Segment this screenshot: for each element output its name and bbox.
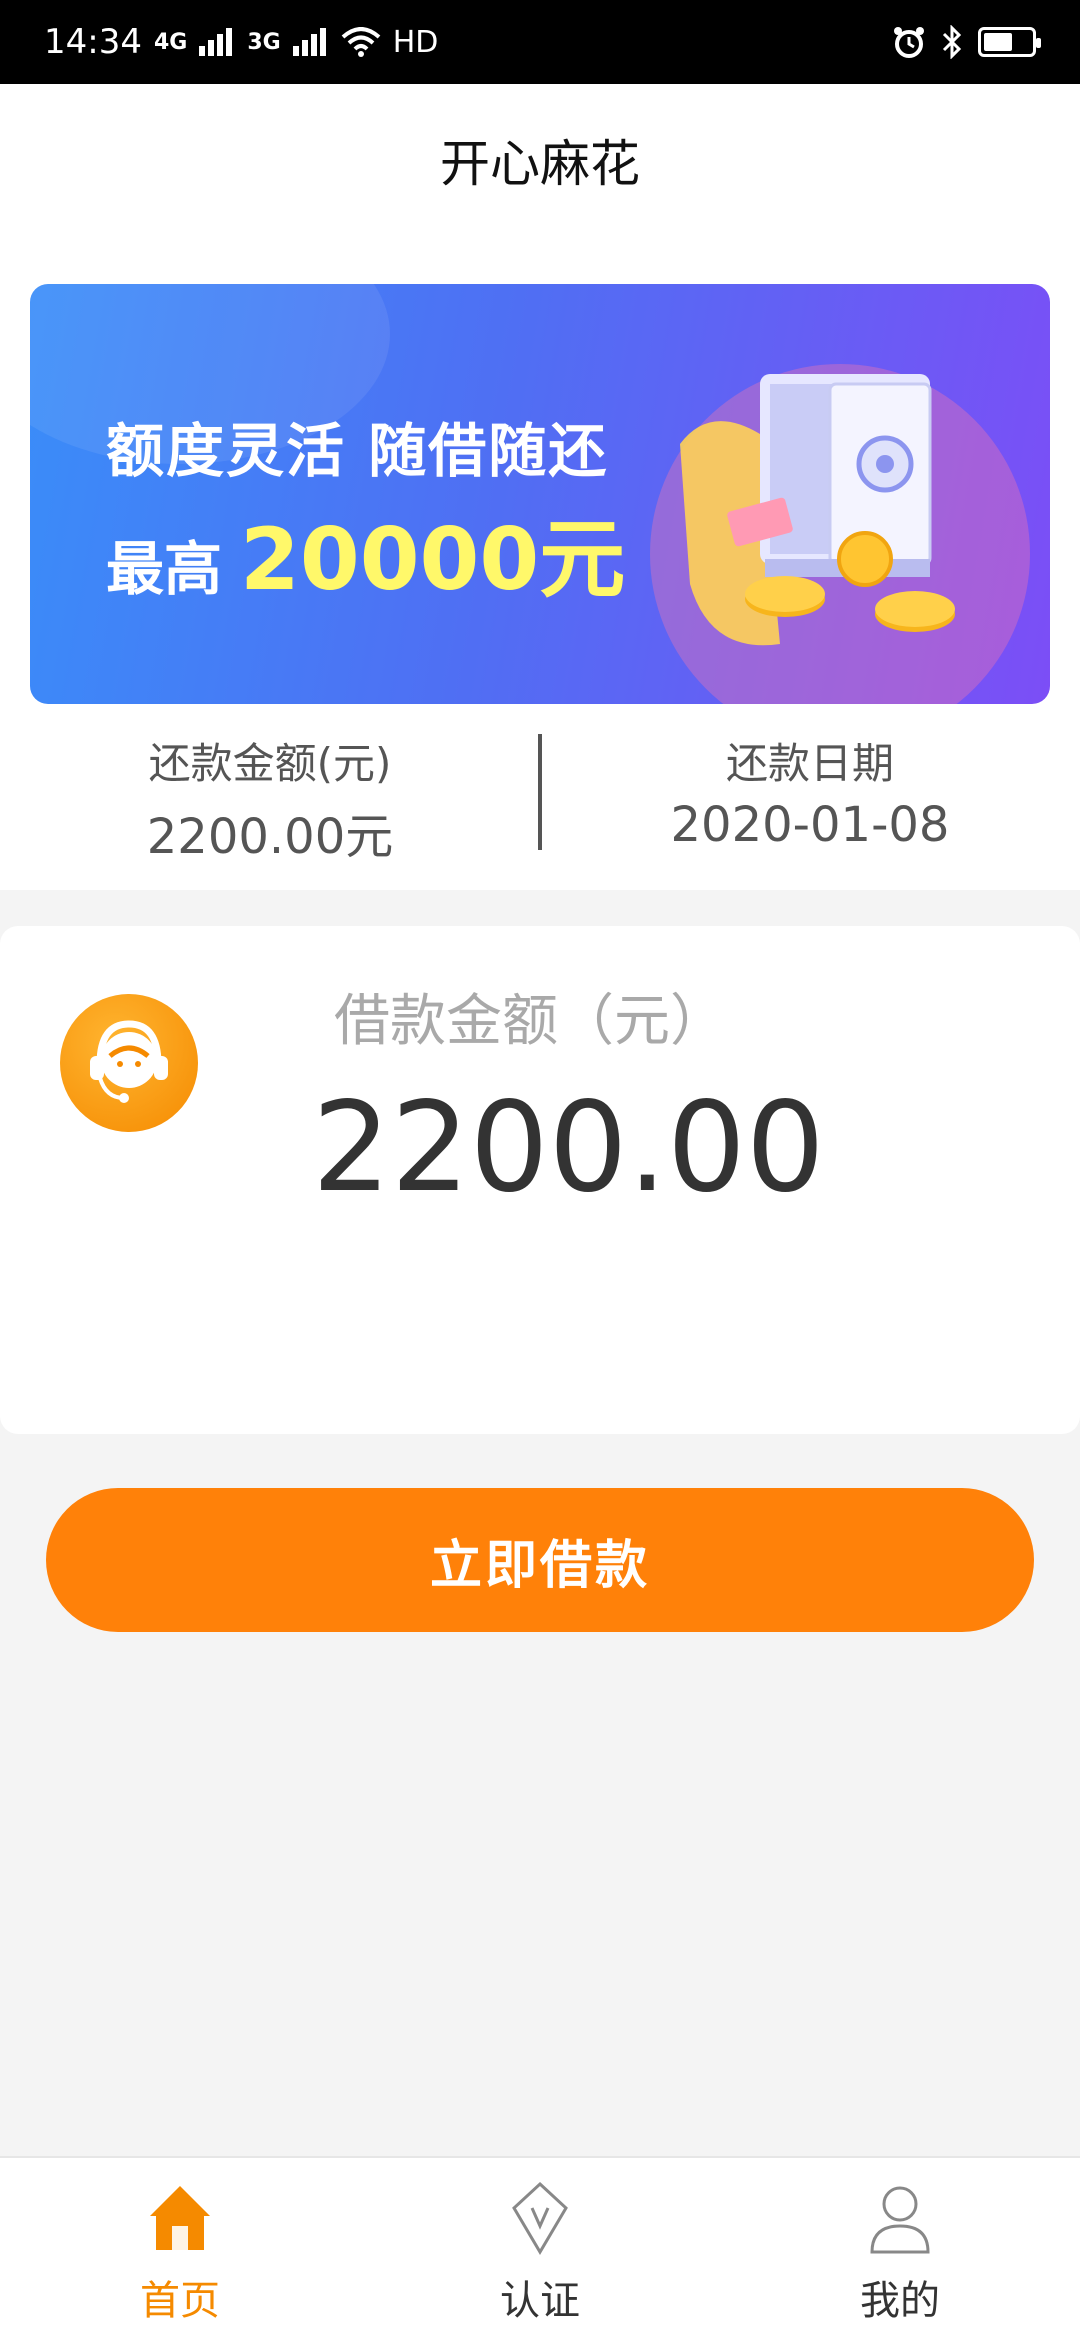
banner-amount: 20000元: [240, 510, 626, 610]
repay-amount-label: 还款金额(元): [148, 739, 392, 788]
battery-level: [984, 33, 1012, 51]
verify-icon: [512, 2181, 568, 2255]
alarm-icon: [894, 27, 924, 58]
banner-subline: 最高 20000元: [106, 489, 625, 614]
repayment-summary: 还款金额(元) 2200.00元 还款日期 2020-01-08: [0, 724, 1080, 884]
status-bar: 14:34 4G 3G HD: [0, 0, 1080, 84]
repay-date-value: 2020-01-08: [670, 797, 950, 853]
promo-banner[interactable]: 额度灵活 随借随还 最高 20000元: [30, 284, 1050, 704]
battery-icon: [978, 27, 1041, 57]
tab-home-label: 首页: [140, 2278, 220, 2324]
tab-home[interactable]: 首页: [0, 2158, 360, 2340]
status-right: [892, 0, 1041, 84]
safe-illustration-icon: [680, 374, 955, 646]
signal-icon: [199, 28, 233, 56]
bottom-tabbar: 首页 认证 我的: [0, 2156, 1080, 2340]
network-3g-label: 3G: [247, 29, 281, 55]
top-section: 开心麻花 额度灵活 随借随还 最高 20000元 还款金额(元) 2200.00元: [0, 84, 1080, 890]
loan-amount-card: 借款金额（元） 2200.00: [0, 926, 1080, 1434]
borrow-now-button[interactable]: 立即借款: [46, 1488, 1034, 1632]
repay-amount-value: 2200.00元: [146, 809, 394, 865]
loan-amount-value: 2200.00: [312, 1076, 825, 1220]
hd-label: HD: [392, 24, 439, 60]
tab-mine[interactable]: 我的: [720, 2158, 1080, 2340]
customer-service-icon[interactable]: [60, 994, 198, 1132]
status-time: 14:34: [44, 22, 142, 62]
status-left: 14:34 4G 3G HD: [44, 0, 438, 84]
loan-amount-label: 借款金额（元）: [334, 989, 726, 1054]
home-icon: [150, 2186, 210, 2250]
tab-mine-label: 我的: [860, 2278, 940, 2324]
headset-icon: [90, 1020, 168, 1103]
page-title: 开心麻花: [440, 135, 640, 193]
wifi-icon: [341, 27, 381, 57]
signal-icon-2: [292, 28, 326, 56]
repay-amount-block: 还款金额(元) 2200.00元: [0, 724, 540, 867]
banner-prefix: 最高: [106, 535, 223, 603]
tab-verify[interactable]: 认证: [360, 2158, 720, 2340]
network-4g-label: 4G: [153, 29, 188, 55]
repay-date-block: 还款日期 2020-01-08: [540, 724, 1080, 853]
bluetooth-icon: [942, 25, 962, 59]
user-icon: [870, 2186, 930, 2254]
repay-date-label: 还款日期: [725, 739, 894, 788]
tab-verify-label: 认证: [500, 2278, 580, 2324]
banner-headline: 额度灵活 随借随还: [106, 417, 609, 485]
